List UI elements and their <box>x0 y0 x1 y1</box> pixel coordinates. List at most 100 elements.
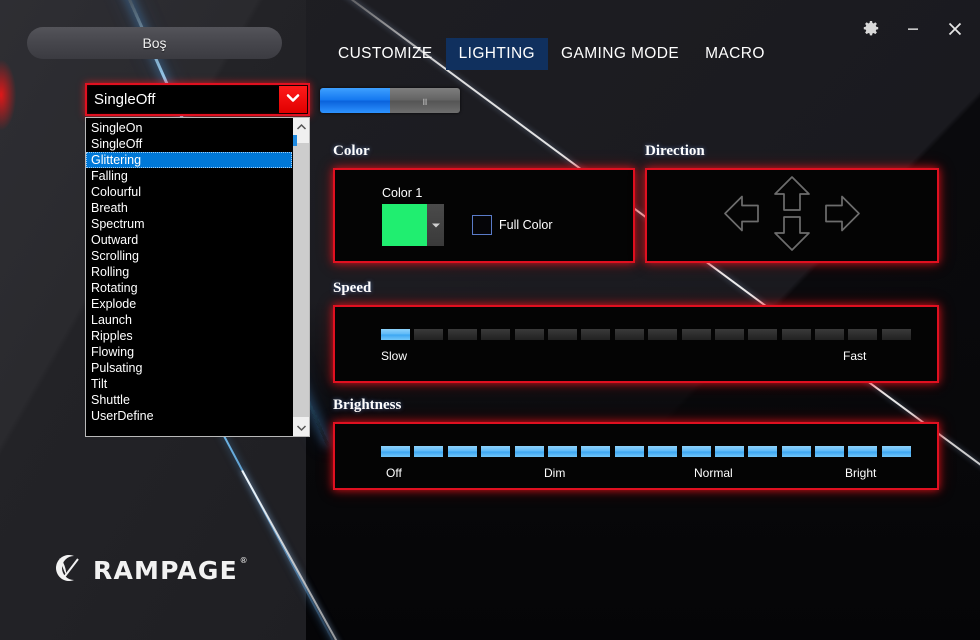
effect-option-singleon[interactable]: SingleOn <box>86 120 292 136</box>
scrollbar-thumb[interactable] <box>293 143 309 417</box>
caret-down-icon <box>431 216 441 234</box>
speed-segment-15[interactable] <box>848 329 878 340</box>
full-color-checkbox[interactable] <box>472 215 492 235</box>
effect-option-rotating[interactable]: Rotating <box>86 280 292 296</box>
scrollbar-track[interactable] <box>293 135 309 419</box>
toggle-knob[interactable]: ॥ <box>390 88 460 113</box>
effect-option-glittering[interactable]: Glittering <box>86 152 292 168</box>
minimize-icon <box>904 20 922 38</box>
effect-option-ripples[interactable]: Ripples <box>86 328 292 344</box>
registered-trademark: ® <box>239 556 249 565</box>
speed-slider[interactable] <box>381 329 911 340</box>
tab-gaming-mode[interactable]: GAMING MODE <box>548 38 692 70</box>
arrow-right-icon <box>822 195 862 238</box>
profile-selector-button[interactable]: Boş <box>27 27 282 59</box>
scrollbar-down-button[interactable] <box>293 419 309 436</box>
speed-segment-10[interactable] <box>681 329 711 340</box>
color1-swatch[interactable] <box>382 204 427 246</box>
brand-name: RAMPAGE ® <box>93 556 248 585</box>
effect-option-shuttle[interactable]: Shuttle <box>86 392 292 408</box>
effect-option-userdefine[interactable]: UserDefine <box>86 408 292 424</box>
brightness-segment-11[interactable] <box>714 446 744 457</box>
brightness-segment-15[interactable] <box>848 446 878 457</box>
speed-segment-3[interactable] <box>447 329 477 340</box>
effect-option-singleoff[interactable]: SingleOff <box>86 136 292 152</box>
speed-segment-4[interactable] <box>481 329 511 340</box>
brightness-scale-labels: Off Dim Normal Bright <box>335 466 937 482</box>
effect-combobox-arrow-button[interactable] <box>279 86 307 113</box>
brightness-slider[interactable] <box>381 446 911 457</box>
color-panel: Color 1 Full Color <box>333 168 635 263</box>
effect-combobox-value: SingleOff <box>94 91 156 108</box>
speed-segment-5[interactable] <box>514 329 544 340</box>
settings-button[interactable] <box>860 18 882 40</box>
brightness-segment-5[interactable] <box>514 446 544 457</box>
brightness-segment-13[interactable] <box>781 446 811 457</box>
brightness-label-bright: Bright <box>845 466 877 480</box>
speed-segment-14[interactable] <box>815 329 845 340</box>
minimize-button[interactable] <box>902 18 924 40</box>
speed-segment-9[interactable] <box>648 329 678 340</box>
speed-segment-7[interactable] <box>581 329 611 340</box>
effect-option-breath[interactable]: Breath <box>86 200 292 216</box>
brightness-segment-12[interactable] <box>748 446 778 457</box>
tab-lighting[interactable]: LIGHTING <box>445 38 549 70</box>
effect-combobox[interactable]: SingleOff <box>85 83 310 116</box>
lighting-toggle-switch[interactable]: ॥ <box>320 88 460 113</box>
chevron-down-icon <box>285 91 301 109</box>
effect-option-colourful[interactable]: Colourful <box>86 184 292 200</box>
tab-macro[interactable]: MACRO <box>692 38 778 70</box>
brightness-segment-7[interactable] <box>581 446 611 457</box>
brightness-segment-16[interactable] <box>881 446 911 457</box>
arrow-right-button[interactable] <box>822 192 862 239</box>
effect-option-spectrum[interactable]: Spectrum <box>86 216 292 232</box>
tab-customize[interactable]: CUSTOMIZE <box>325 38 446 70</box>
brightness-panel: Off Dim Normal Bright <box>333 422 939 490</box>
speed-panel: Slow Fast <box>333 305 939 383</box>
brightness-segment-3[interactable] <box>447 446 477 457</box>
speed-segment-12[interactable] <box>748 329 778 340</box>
speed-segment-11[interactable] <box>714 329 744 340</box>
arrow-left-button[interactable] <box>722 192 762 239</box>
speed-segment-16[interactable] <box>881 329 911 340</box>
effect-option-flowing[interactable]: Flowing <box>86 344 292 360</box>
effect-option-launch[interactable]: Launch <box>86 312 292 328</box>
arrow-down-button[interactable] <box>771 213 813 258</box>
brightness-segment-4[interactable] <box>481 446 511 457</box>
arrow-down-icon <box>771 215 813 257</box>
speed-segment-13[interactable] <box>781 329 811 340</box>
chevron-down-icon <box>296 419 307 437</box>
brightness-segment-1[interactable] <box>381 446 410 457</box>
close-button[interactable] <box>944 18 966 40</box>
dropdown-scrollbar[interactable] <box>292 118 309 436</box>
brightness-segment-14[interactable] <box>815 446 845 457</box>
brightness-segment-10[interactable] <box>681 446 711 457</box>
scrollbar-up-button[interactable] <box>293 118 309 135</box>
color1-picker[interactable] <box>382 204 444 246</box>
effect-option-explode[interactable]: Explode <box>86 296 292 312</box>
effect-option-tilt[interactable]: Tilt <box>86 376 292 392</box>
brightness-segment-9[interactable] <box>648 446 678 457</box>
full-color-option[interactable]: Full Color <box>472 215 553 235</box>
effect-option-scrolling[interactable]: Scrolling <box>86 248 292 264</box>
speed-segment-6[interactable] <box>547 329 577 340</box>
effect-dropdown-list[interactable]: SingleOn SingleOff Glittering Falling Colour… <box>85 117 310 437</box>
effect-option-pulsating[interactable]: Pulsating <box>86 360 292 376</box>
tab-gaming-mode-label: GAMING MODE <box>561 45 680 62</box>
brand-logo: RAMPAGE ® <box>50 552 248 589</box>
effect-option-falling[interactable]: Falling <box>86 168 292 184</box>
brightness-segment-6[interactable] <box>547 446 577 457</box>
speed-section-title: Speed <box>333 280 372 296</box>
rampage-swoosh-icon <box>50 552 84 589</box>
speed-segment-1[interactable] <box>381 329 410 340</box>
color1-label: Color 1 <box>382 186 423 200</box>
color1-dropdown-button[interactable] <box>427 204 444 246</box>
speed-segment-8[interactable] <box>614 329 644 340</box>
brightness-segment-2[interactable] <box>414 446 444 457</box>
gear-icon <box>862 20 880 38</box>
speed-segment-2[interactable] <box>414 329 444 340</box>
effect-option-outward[interactable]: Outward <box>86 232 292 248</box>
effect-option-rolling[interactable]: Rolling <box>86 264 292 280</box>
brightness-segment-8[interactable] <box>614 446 644 457</box>
tab-lighting-label: LIGHTING <box>458 45 536 62</box>
